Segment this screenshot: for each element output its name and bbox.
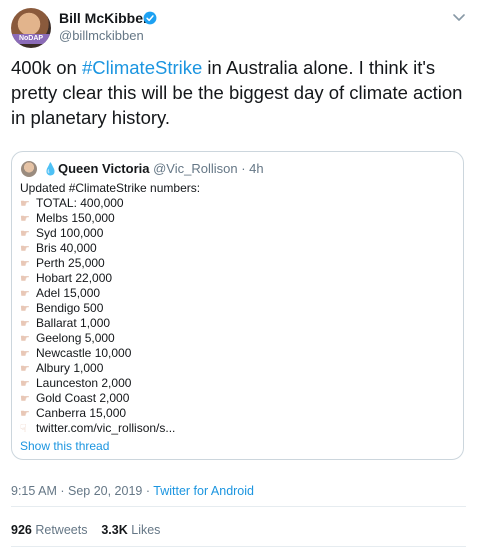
tweet-meta: 9:15 AM · Sep 20, 2019 · Twitter for And… bbox=[11, 484, 254, 498]
pointing-hand-icon: ☛ bbox=[20, 198, 30, 210]
author-handle[interactable]: @billmckibben bbox=[59, 28, 144, 43]
pointing-hand-icon: ☛ bbox=[20, 303, 30, 315]
pointing-hand-icon: ☛ bbox=[20, 318, 30, 330]
quote-line: ☛ TOTAL: 400,000 bbox=[20, 196, 124, 210]
quote-link-line: ☟ twitter.com/vic_rollison/s... bbox=[20, 421, 200, 436]
pointing-hand-icon: ☛ bbox=[20, 273, 30, 285]
quote-line: ☛ Gold Coast 2,000 bbox=[20, 391, 130, 405]
quote-line: ☛ Albury 1,000 bbox=[20, 361, 104, 375]
likes-stat[interactable]: 3.3K Likes bbox=[101, 523, 160, 537]
pointing-hand-icon: ☛ bbox=[20, 363, 30, 375]
verified-badge-icon bbox=[143, 11, 157, 25]
pointing-hand-icon: ☛ bbox=[20, 348, 30, 360]
quote-line: ☛ Bendigo 500 bbox=[20, 301, 104, 315]
quote-header: 💧Queen Victoria @Vic_Rollison · 4h bbox=[43, 161, 264, 176]
quote-timestamp: 4h bbox=[249, 161, 264, 176]
quote-line: ☛ Adel 15,000 bbox=[20, 286, 101, 300]
divider bbox=[11, 546, 466, 547]
hashtag-link[interactable]: #ClimateStrike bbox=[82, 57, 202, 78]
pointing-hand-icon: ☛ bbox=[20, 213, 30, 225]
tweet-stats: 926 Retweets 3.3K Likes bbox=[11, 523, 160, 537]
retweets-stat[interactable]: 926 Retweets bbox=[11, 523, 87, 537]
quote-line: ☛ Hobart 22,000 bbox=[20, 271, 113, 285]
quote-line: ☛ Bris 40,000 bbox=[20, 241, 97, 255]
pointing-hand-icon: ☛ bbox=[20, 243, 30, 255]
quoted-tweet-card[interactable]: 💧Queen Victoria @Vic_Rollison · 4h Updat… bbox=[11, 151, 464, 460]
pointing-hand-icon: ☛ bbox=[20, 228, 30, 240]
quote-author-avatar bbox=[21, 161, 37, 177]
author-avatar[interactable]: NoDAP bbox=[11, 8, 51, 48]
divider bbox=[11, 506, 466, 507]
quote-line: ☛ Canberra 15,000 bbox=[20, 406, 127, 420]
quote-intro: Updated #ClimateStrike numbers: bbox=[20, 181, 201, 195]
quote-line: ☛ Ballarat 1,000 bbox=[20, 316, 111, 330]
tweet-date[interactable]: Sep 20, 2019 bbox=[68, 484, 142, 498]
quote-line: ☛ Newcastle 10,000 bbox=[20, 346, 132, 360]
author-name[interactable]: Bill McKibben bbox=[59, 10, 152, 26]
pointing-hand-icon: ☛ bbox=[20, 378, 30, 390]
quote-line: ☛ Geelong 5,000 bbox=[20, 331, 115, 345]
quote-line: ☛ Launceston 2,000 bbox=[20, 376, 132, 390]
pointing-hand-icon: ☛ bbox=[20, 393, 30, 405]
show-thread-link[interactable]: Show this thread bbox=[20, 439, 109, 453]
quote-line: ☛ Perth 25,000 bbox=[20, 256, 105, 270]
quote-body: Updated #ClimateStrike numbers: ☛ TOTAL: … bbox=[20, 181, 200, 436]
pointing-hand-icon: ☛ bbox=[20, 408, 30, 420]
quote-author-handle: @Vic_Rollison bbox=[153, 161, 238, 176]
pointing-hand-icon: ☛ bbox=[20, 333, 30, 345]
tweet-time[interactable]: 9:15 AM bbox=[11, 484, 57, 498]
quote-link[interactable]: twitter.com/vic_rollison/s... bbox=[36, 421, 175, 435]
quote-author-name: Queen Victoria bbox=[57, 161, 150, 176]
quote-line: ☛ Melbs 150,000 bbox=[20, 211, 115, 225]
pointing-down-icon: ☟ bbox=[20, 423, 27, 435]
tweet-text: 400k on #ClimateStrike in Australia alon… bbox=[11, 55, 466, 130]
tweet-source-link[interactable]: Twitter for Android bbox=[153, 484, 254, 498]
chevron-down-icon[interactable] bbox=[453, 14, 465, 22]
quote-line: ☛ Syd 100,000 bbox=[20, 226, 104, 240]
pointing-hand-icon: ☛ bbox=[20, 258, 30, 270]
droplet-icon: 💧 bbox=[43, 162, 58, 176]
avatar-tag: NoDAP bbox=[11, 34, 51, 44]
pointing-hand-icon: ☛ bbox=[20, 288, 30, 300]
tweet-text-before: 400k on bbox=[11, 57, 82, 78]
